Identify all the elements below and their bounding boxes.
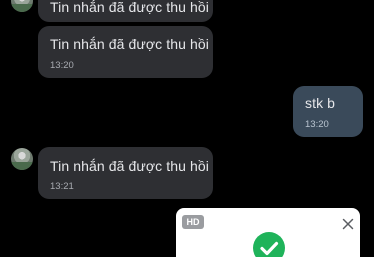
sender-avatar[interactable] xyxy=(11,0,33,12)
message-bubble-recalled[interactable]: Tin nhắn đã được thu hồi 13:20 xyxy=(38,26,213,78)
hd-badge[interactable]: HD xyxy=(182,215,204,229)
message-text: Tin nhắn đã được thu hồi xyxy=(50,0,209,15)
media-send-popup[interactable]: HD xyxy=(176,208,360,257)
sender-avatar[interactable] xyxy=(11,148,33,170)
message-text: Tin nhắn đã được thu hồi xyxy=(50,158,209,174)
message-timestamp: 13:20 xyxy=(305,119,329,130)
message-timestamp: 13:20 xyxy=(50,60,74,71)
check-circle-icon xyxy=(253,232,285,257)
message-bubble-recalled[interactable]: Tin nhắn đã được thu hồi xyxy=(38,0,213,22)
close-icon[interactable] xyxy=(342,218,354,230)
message-timestamp: 13:21 xyxy=(50,181,74,192)
message-bubble-recalled[interactable]: Tin nhắn đã được thu hồi 13:21 xyxy=(38,147,213,199)
message-text: stk b xyxy=(305,95,336,111)
message-text: Tin nhắn đã được thu hồi xyxy=(50,36,209,52)
message-bubble-outgoing[interactable]: stk b 13:20 xyxy=(293,86,363,137)
chat-thread: Tin nhắn đã được thu hồi Tin nhắn đã đượ… xyxy=(0,0,374,257)
